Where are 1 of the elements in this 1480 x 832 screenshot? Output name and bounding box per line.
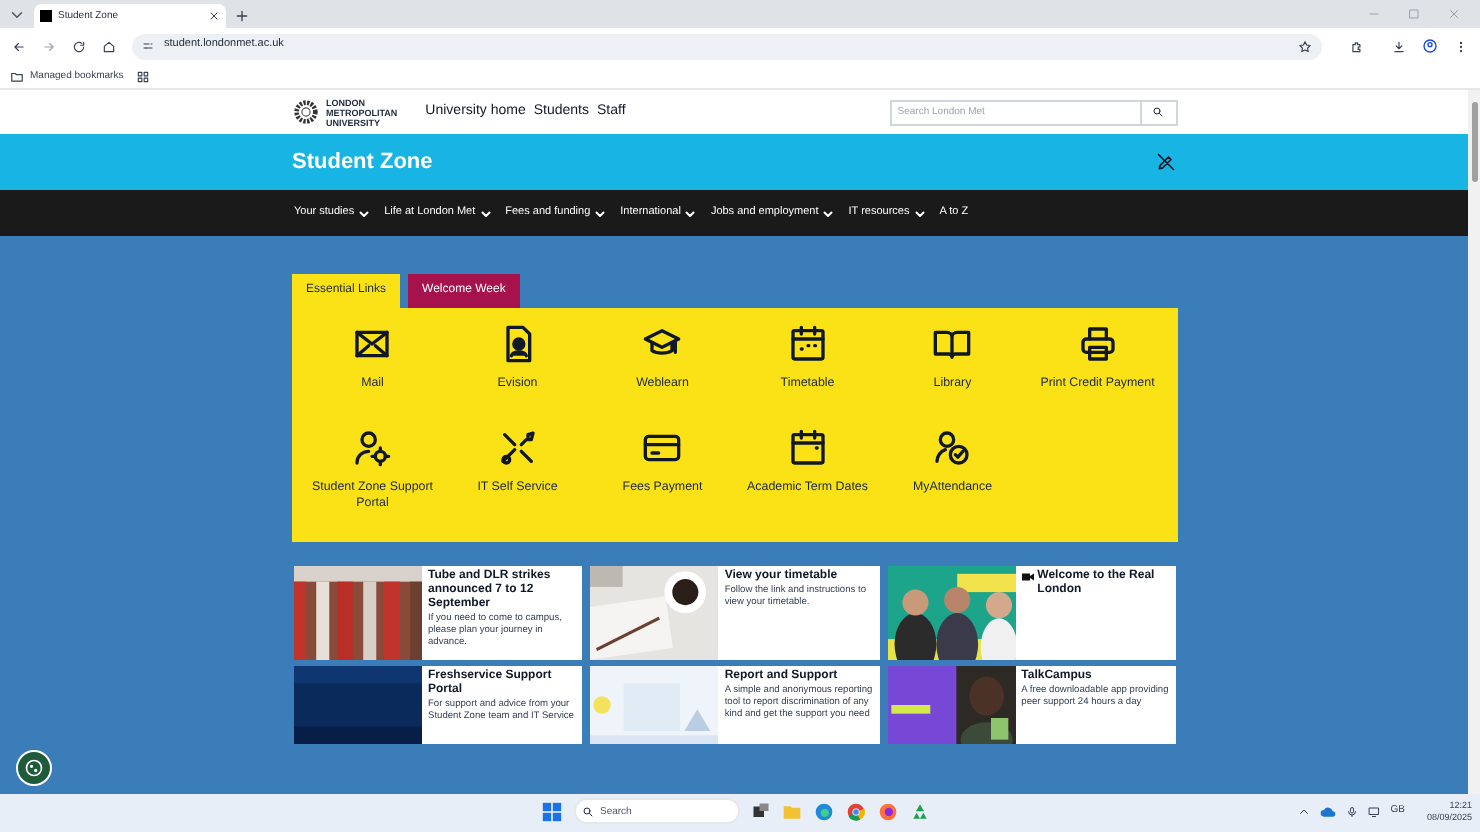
- site-title: Student Zone: [292, 147, 433, 178]
